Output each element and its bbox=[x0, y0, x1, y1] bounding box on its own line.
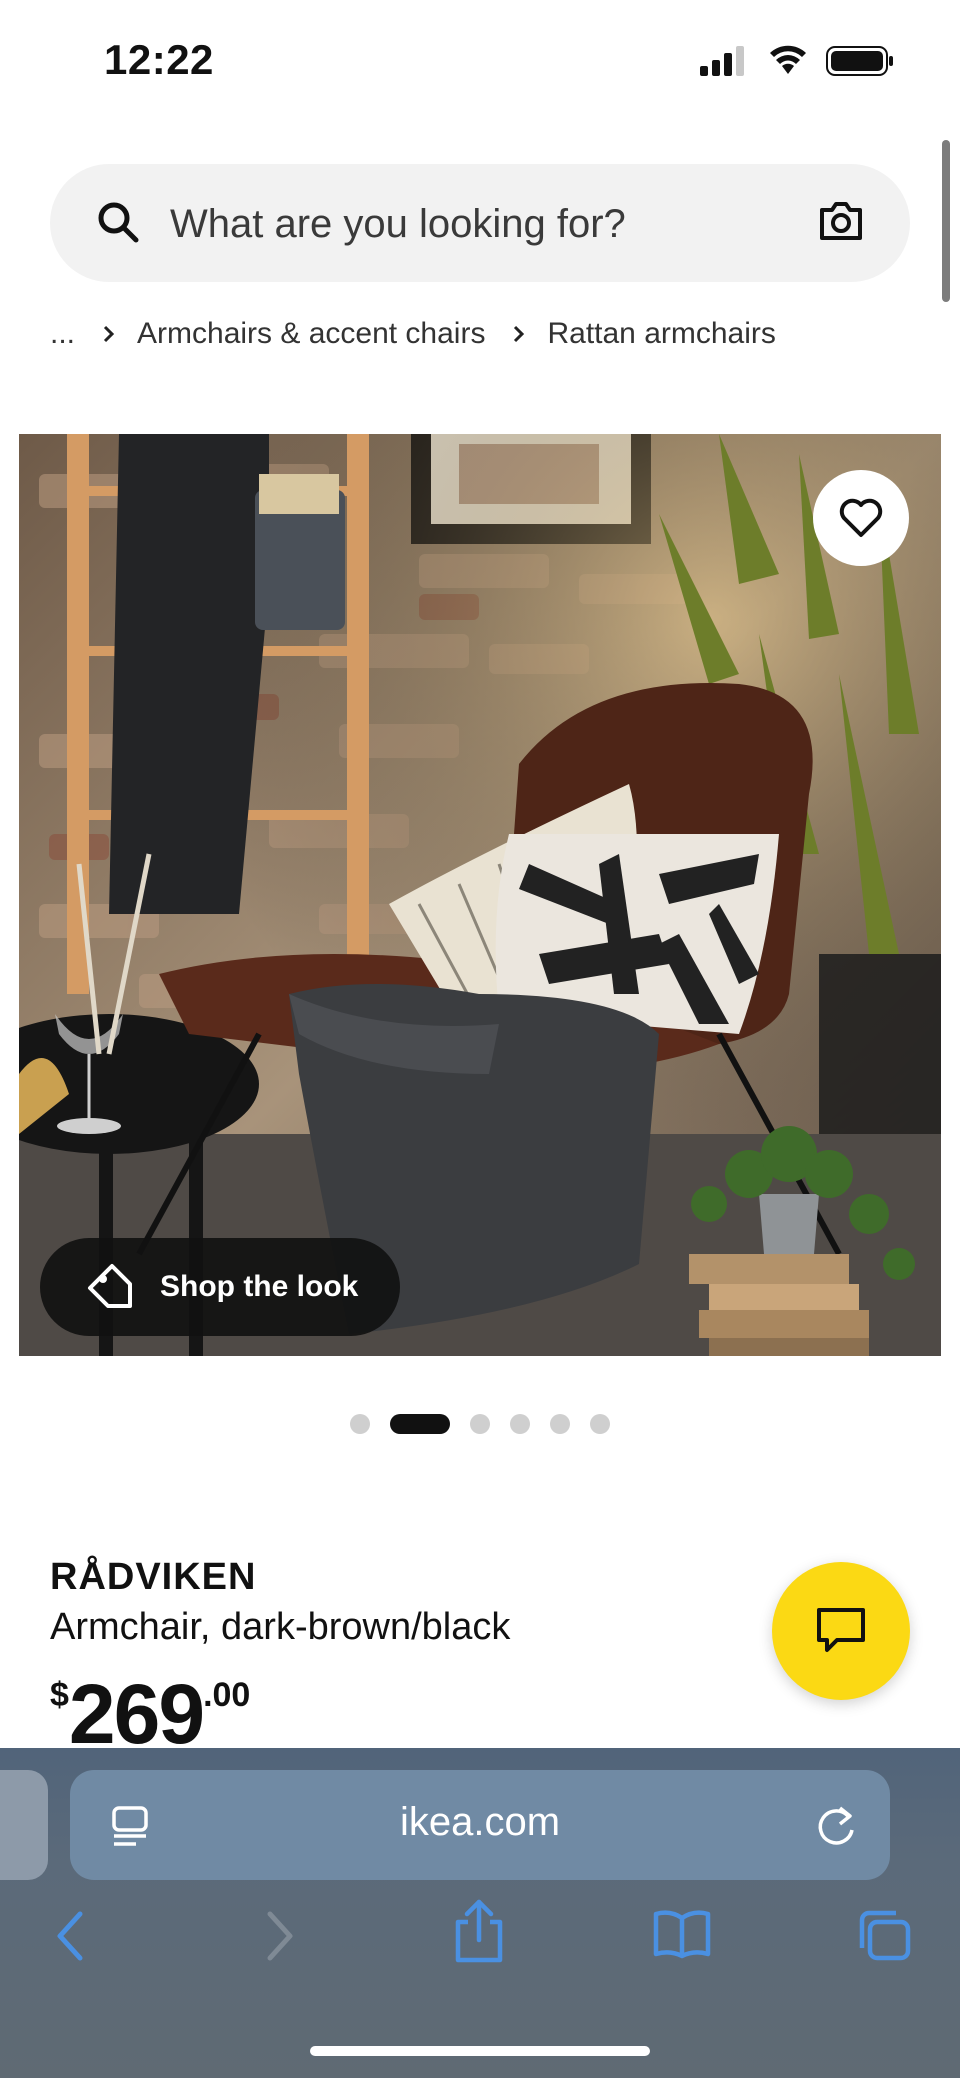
carousel-dot[interactable] bbox=[470, 1414, 490, 1434]
chevron-right-icon bbox=[103, 325, 115, 343]
chat-icon bbox=[817, 1608, 865, 1652]
forward-icon[interactable] bbox=[262, 1908, 298, 1964]
carousel-dot[interactable] bbox=[550, 1414, 570, 1434]
address-bar[interactable]: ikea.com bbox=[70, 1770, 890, 1880]
breadcrumb-armchairs[interactable]: Armchairs & accent chairs bbox=[137, 317, 485, 351]
shop-the-look-label: Shop the look bbox=[160, 1270, 359, 1303]
page-scrollbar[interactable] bbox=[942, 140, 950, 302]
camera-icon[interactable] bbox=[818, 200, 864, 242]
heart-icon bbox=[839, 498, 883, 537]
tag-icon bbox=[86, 1262, 136, 1312]
favorite-button[interactable] bbox=[813, 470, 909, 566]
carousel-dot[interactable] bbox=[350, 1414, 370, 1434]
tabs-icon[interactable] bbox=[856, 1908, 914, 1964]
previous-tab-peek[interactable] bbox=[0, 1770, 48, 1880]
home-indicator[interactable] bbox=[310, 2046, 650, 2056]
search-bar[interactable] bbox=[50, 164, 910, 282]
status-time: 12:22 bbox=[104, 36, 214, 83]
product-name: RÅDVIKEN bbox=[50, 1556, 257, 1598]
search-input[interactable] bbox=[168, 192, 792, 256]
breadcrumb-rattan-armchairs[interactable]: Rattan armchairs bbox=[547, 317, 775, 351]
bookmarks-icon[interactable] bbox=[652, 1908, 712, 1960]
url-text[interactable]: ikea.com bbox=[70, 1800, 890, 1845]
chat-button[interactable] bbox=[772, 1562, 910, 1700]
battery-icon bbox=[826, 46, 893, 76]
price-currency: $ bbox=[50, 1676, 69, 1714]
breadcrumb: ... Armchairs & accent chairs Rattan arm… bbox=[50, 314, 776, 354]
browser-toolbar: ikea.com bbox=[0, 1748, 960, 2078]
carousel-pagination bbox=[350, 1414, 630, 1434]
price-decimal: .00 bbox=[203, 1676, 251, 1714]
signal-icon bbox=[700, 46, 744, 76]
reload-icon[interactable] bbox=[814, 1802, 858, 1848]
share-icon[interactable] bbox=[452, 1898, 506, 1964]
product-price: $ 269 .00 bbox=[50, 1672, 250, 1756]
back-icon[interactable] bbox=[52, 1908, 88, 1964]
product-image[interactable] bbox=[19, 434, 941, 1356]
carousel-dot[interactable] bbox=[510, 1414, 530, 1434]
breadcrumb-ellipsis[interactable]: ... bbox=[50, 317, 75, 351]
search-icon[interactable] bbox=[96, 200, 140, 244]
carousel-dot[interactable] bbox=[590, 1414, 610, 1434]
product-description: Armchair, dark-brown/black bbox=[50, 1606, 511, 1648]
wifi-icon bbox=[770, 45, 806, 74]
chevron-right-icon bbox=[513, 325, 525, 343]
shop-the-look-button[interactable]: Shop the look bbox=[40, 1238, 400, 1336]
price-integer: 269 bbox=[68, 1667, 205, 1761]
carousel-dot-active[interactable] bbox=[390, 1414, 450, 1434]
status-bar: 12:22 bbox=[0, 0, 960, 120]
